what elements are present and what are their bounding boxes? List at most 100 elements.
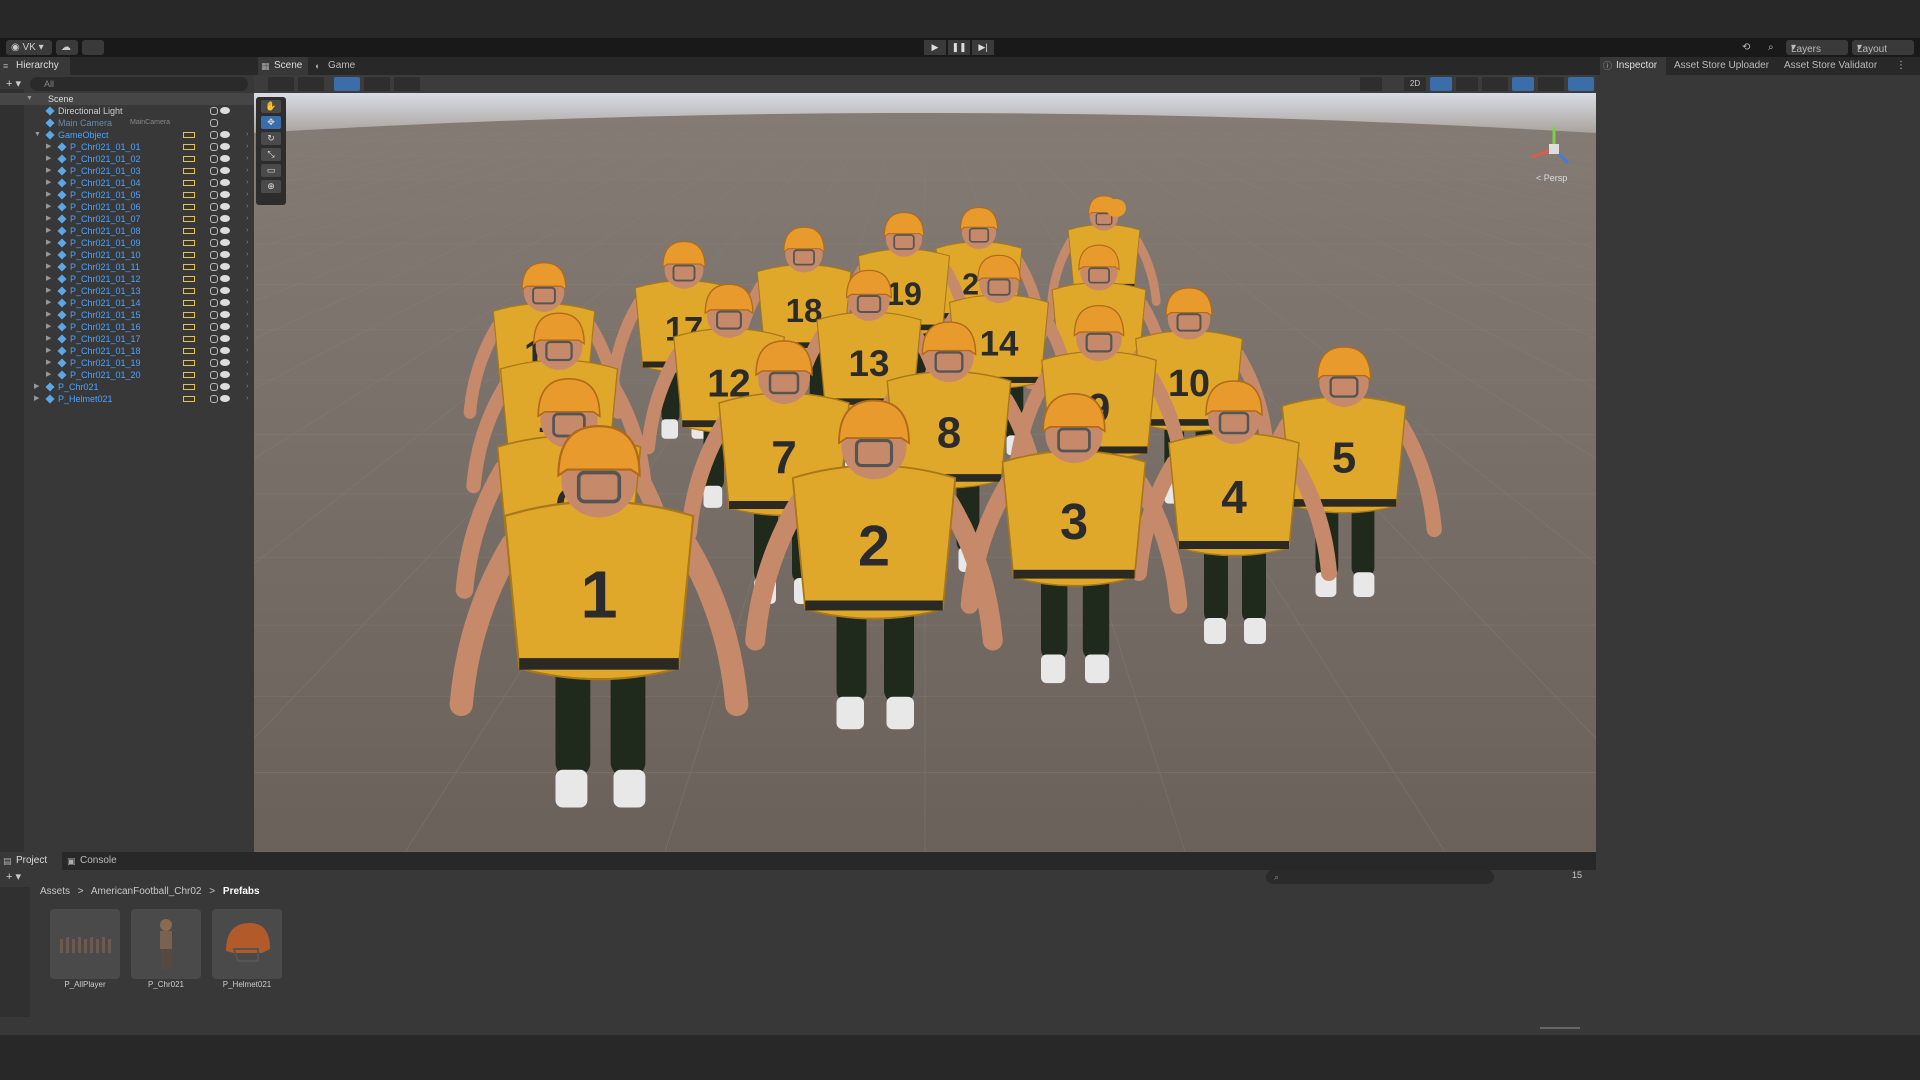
helmet-prefab[interactable] — [1106, 199, 1126, 217]
chevron-right-icon[interactable]: › — [246, 285, 248, 297]
hierarchy-item[interactable]: ▼ GameObject › — [0, 129, 254, 141]
eye-icon[interactable] — [220, 359, 230, 366]
tab-scene[interactable]: ▦ Scene — [258, 57, 308, 75]
chevron-right-icon[interactable]: › — [246, 261, 248, 273]
chevron-right-icon[interactable]: › — [246, 141, 248, 153]
hierarchy-item[interactable]: ▶ P_Chr021_01_16 › — [0, 321, 254, 333]
eye-icon[interactable] — [220, 275, 230, 282]
hierarchy-item[interactable]: ▶ P_Chr021_01_06 › — [0, 201, 254, 213]
hierarchy-item[interactable]: ▶ P_Chr021 › — [0, 381, 254, 393]
eye-icon[interactable] — [220, 155, 230, 162]
project-folder-tree[interactable] — [0, 887, 30, 1017]
scene-visibility-icon[interactable] — [210, 191, 218, 199]
account-button[interactable]: ◉ VK ▾ — [6, 40, 52, 55]
scene-visibility-icon[interactable] — [210, 239, 218, 247]
scene-visibility-icon[interactable] — [210, 383, 218, 391]
scene-visibility-icon[interactable] — [210, 143, 218, 151]
tab-hierarchy[interactable]: ≡ Hierarchy — [0, 57, 70, 75]
grid-button[interactable] — [334, 77, 360, 91]
tab-asset-store-uploader[interactable]: Asset Store Uploader — [1666, 57, 1776, 75]
lighting-toggle[interactable] — [1430, 77, 1452, 91]
breadcrumb-assets[interactable]: Assets — [40, 886, 70, 897]
scene-visibility-icon[interactable] — [210, 359, 218, 367]
layout-dropdown[interactable]: Layout ▾ — [1852, 40, 1914, 55]
gizmos-button[interactable] — [1568, 77, 1594, 91]
project-add-button[interactable]: + ▾ — [6, 870, 21, 883]
hierarchy-item[interactable]: ▶ P_Helmet021 › — [0, 393, 254, 405]
chevron-right-icon[interactable]: › — [246, 213, 248, 225]
eye-icon[interactable] — [220, 287, 230, 294]
eye-icon[interactable] — [220, 311, 230, 318]
chevron-right-icon[interactable]: › — [246, 225, 248, 237]
scene-visibility-icon[interactable] — [210, 263, 218, 271]
scene-visibility-icon[interactable] — [210, 299, 218, 307]
move-tool-button[interactable]: ✥ — [261, 116, 281, 129]
eye-icon[interactable] — [220, 191, 230, 198]
hand-tool-button[interactable]: ✋ — [261, 100, 281, 113]
step-button[interactable]: ▶| — [972, 40, 994, 55]
hierarchy-item[interactable]: Main Camera MainCamera — [0, 117, 254, 129]
draw-mode-button[interactable] — [268, 77, 294, 91]
tab-console[interactable]: ▣ Console — [64, 852, 126, 870]
scene-visibility-icon[interactable] — [210, 155, 218, 163]
chevron-right-icon[interactable]: › — [246, 153, 248, 165]
hierarchy-item[interactable]: ▶ P_Chr021_01_19 › — [0, 357, 254, 369]
increment-button[interactable] — [394, 77, 420, 91]
hierarchy-item[interactable]: ▶ P_Chr021_01_08 › — [0, 225, 254, 237]
audio-toggle[interactable] — [1456, 77, 1478, 91]
scene-visibility-icon[interactable] — [210, 347, 218, 355]
hierarchy-search-input[interactable]: All — [30, 77, 248, 91]
asset-thumb-helmet021[interactable] — [212, 909, 282, 979]
chevron-right-icon[interactable]: › — [246, 321, 248, 333]
hierarchy-item[interactable]: ▶ P_Chr021_01_11 › — [0, 261, 254, 273]
effects-dropdown[interactable] — [1482, 77, 1508, 91]
layers-dropdown[interactable]: Layers ▾ — [1786, 40, 1848, 55]
camera-settings-button[interactable] — [1538, 77, 1564, 91]
eye-icon[interactable] — [220, 143, 230, 150]
hierarchy-item[interactable]: ▶ P_Chr021_01_17 › — [0, 333, 254, 345]
asset-thumb-all-player[interactable] — [50, 909, 120, 979]
breadcrumb-prefabs[interactable]: Prefabs — [223, 886, 260, 897]
scene-visibility-icon[interactable] — [210, 287, 218, 295]
chevron-right-icon[interactable]: › — [246, 297, 248, 309]
eye-icon[interactable] — [220, 371, 230, 378]
scene-visibility-icon[interactable] — [210, 335, 218, 343]
scene-visibility-icon[interactable] — [210, 107, 218, 115]
eye-icon[interactable] — [220, 239, 230, 246]
hierarchy-item[interactable]: ▶ P_Chr021_01_18 › — [0, 345, 254, 357]
tab-game[interactable]: ◐ Game — [312, 57, 362, 75]
eye-icon[interactable] — [220, 251, 230, 258]
scene-visibility-icon[interactable] — [210, 371, 218, 379]
scene-visibility-icon[interactable] — [210, 311, 218, 319]
rotate-tool-button[interactable]: ↻ — [261, 132, 281, 145]
chevron-right-icon[interactable]: › — [246, 345, 248, 357]
chevron-right-icon[interactable]: › — [246, 357, 248, 369]
eye-icon[interactable] — [220, 335, 230, 342]
snap-button[interactable] — [364, 77, 390, 91]
scale-tool-button[interactable]: ⤡ — [261, 148, 281, 161]
hierarchy-item[interactable]: ▶ P_Chr021_01_02 › — [0, 153, 254, 165]
hidden-toggle[interactable] — [1512, 77, 1534, 91]
hierarchy-item[interactable]: ▶ P_Chr021_01_03 › — [0, 165, 254, 177]
2d-toggle[interactable]: 2D — [1404, 77, 1426, 91]
history-icon[interactable]: ⟲ — [1742, 40, 1750, 55]
eye-icon[interactable] — [220, 131, 230, 138]
chevron-right-icon[interactable]: › — [246, 189, 248, 201]
pause-button[interactable]: ❚❚ — [948, 40, 970, 55]
hierarchy-item[interactable]: ▶ P_Chr021_01_07 › — [0, 213, 254, 225]
chevron-right-icon[interactable]: › — [246, 129, 248, 141]
eye-icon[interactable] — [220, 263, 230, 270]
hierarchy-item[interactable]: ▶ P_Chr021_01_14 › — [0, 297, 254, 309]
play-button[interactable]: ▶ — [924, 40, 946, 55]
eye-icon[interactable] — [220, 347, 230, 354]
scene-view-canvas[interactable]: 2019181517141613101291185746321 — [254, 93, 1596, 852]
scene-visibility-icon[interactable] — [210, 179, 218, 187]
hierarchy-item[interactable]: ▶ P_Chr021_01_01 › — [0, 141, 254, 153]
search-icon[interactable]: ⌕ — [1768, 40, 1774, 55]
eye-icon[interactable] — [220, 299, 230, 306]
scene-visibility-icon[interactable] — [210, 227, 218, 235]
chevron-right-icon[interactable]: › — [246, 249, 248, 261]
scene-visibility-icon[interactable] — [210, 275, 218, 283]
tab-asset-store-validator[interactable]: Asset Store Validator — [1776, 57, 1892, 75]
transform-tool-button[interactable]: ⊕ — [261, 180, 281, 193]
